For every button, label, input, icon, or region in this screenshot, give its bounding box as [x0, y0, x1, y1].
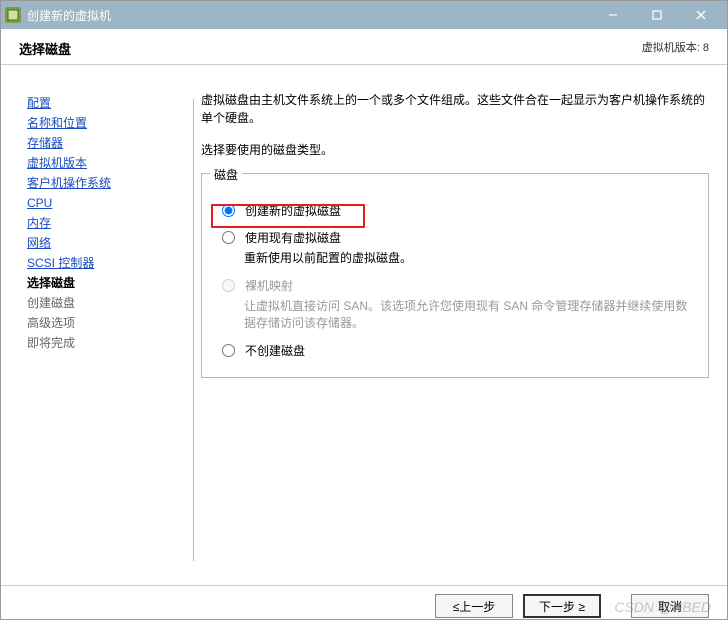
back-button[interactable]: ≤上一步	[435, 594, 513, 618]
next-button[interactable]: 下一步 ≥	[523, 594, 601, 618]
disk-option-row-3: 不创建磁盘	[222, 342, 694, 359]
disk-option-label-0[interactable]: 创建新的虚拟磁盘	[245, 202, 341, 219]
sidebar-step-9: 选择磁盘	[27, 273, 173, 293]
disk-option-label-3[interactable]: 不创建磁盘	[245, 342, 305, 359]
disk-option-label-1[interactable]: 使用现有虚拟磁盘	[245, 229, 341, 246]
disk-option-sub-2: 让虚拟机直接访问 SAN。该选项允许您使用现有 SAN 命令管理存储器并继续使用…	[244, 298, 694, 332]
disk-option-row-1: 使用现有虚拟磁盘	[222, 229, 694, 246]
disk-prompt: 选择要使用的磁盘类型。	[201, 141, 709, 159]
window-controls	[591, 1, 723, 29]
sidebar-step-4[interactable]: 客户机操作系统	[27, 173, 173, 193]
app-icon	[5, 7, 21, 23]
cancel-button[interactable]: 取消	[631, 594, 709, 618]
sidebar-step-3[interactable]: 虚拟机版本	[27, 153, 173, 173]
sidebar-step-7[interactable]: 网络	[27, 233, 173, 253]
sidebar-step-6[interactable]: 内存	[27, 213, 173, 233]
disk-option-sub-1: 重新使用以前配置的虚拟磁盘。	[244, 250, 694, 267]
disk-description: 虚拟磁盘由主机文件系统上的一个或多个文件组成。这些文件合在一起显示为客户机操作系…	[201, 91, 709, 127]
disk-option-label-2: 裸机映射	[245, 277, 293, 294]
titlebar: 创建新的虚拟机	[1, 1, 727, 29]
disk-option-radio-0[interactable]	[222, 204, 235, 217]
disk-fieldset: 磁盘 创建新的虚拟磁盘使用现有虚拟磁盘重新使用以前配置的虚拟磁盘。裸机映射让虚拟…	[201, 173, 709, 378]
maximize-button[interactable]	[635, 1, 679, 29]
disk-option-row-2: 裸机映射	[222, 277, 694, 294]
sidebar-step-5[interactable]: CPU	[27, 193, 173, 213]
vm-version-label: 虚拟机版本: 8	[642, 39, 709, 55]
fieldset-legend: 磁盘	[210, 166, 242, 183]
close-button[interactable]	[679, 1, 723, 29]
page-title: 选择磁盘	[19, 39, 71, 58]
disk-option-radio-1[interactable]	[222, 231, 235, 244]
main-panel: 虚拟磁盘由主机文件系统上的一个或多个文件组成。这些文件合在一起显示为客户机操作系…	[183, 65, 727, 585]
window-title: 创建新的虚拟机	[27, 7, 591, 24]
vertical-separator	[193, 99, 194, 561]
disk-type-radio-group: 创建新的虚拟磁盘使用现有虚拟磁盘重新使用以前配置的虚拟磁盘。裸机映射让虚拟机直接…	[216, 202, 694, 359]
sidebar-step-0[interactable]: 配置	[27, 93, 173, 113]
minimize-button[interactable]	[591, 1, 635, 29]
sidebar-step-10: 创建磁盘	[27, 293, 173, 313]
wizard-header: 选择磁盘 虚拟机版本: 8	[1, 29, 727, 65]
sidebar-step-8[interactable]: SCSI 控制器	[27, 253, 173, 273]
sidebar-step-11: 高级选项	[27, 313, 173, 333]
disk-option-row-0: 创建新的虚拟磁盘	[222, 202, 694, 219]
sidebar-step-2[interactable]: 存储器	[27, 133, 173, 153]
sidebar-step-12: 即将完成	[27, 333, 173, 353]
sidebar-step-1[interactable]: 名称和位置	[27, 113, 173, 133]
disk-option-radio-2	[222, 279, 235, 292]
wizard-steps-sidebar: 配置名称和位置存储器虚拟机版本客户机操作系统CPU内存网络SCSI 控制器选择磁…	[1, 65, 183, 585]
disk-option-radio-3[interactable]	[222, 344, 235, 357]
